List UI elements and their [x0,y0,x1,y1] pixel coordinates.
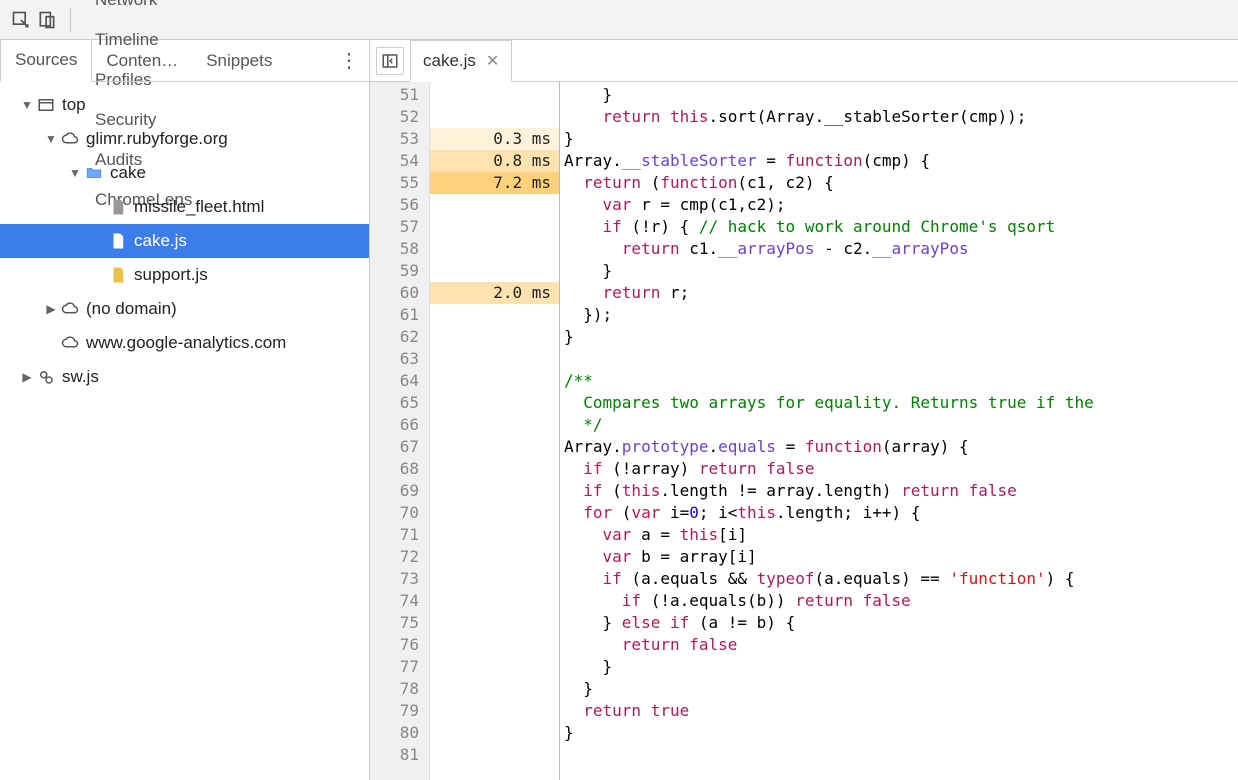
cloud-icon [60,333,80,353]
code-editor[interactable]: 5152535455565758596061626364656667686970… [370,82,1238,780]
file-icon [108,197,128,217]
tree-label: top [62,95,86,115]
navigator-tab[interactable]: Snippets [192,40,286,82]
separator [70,8,71,32]
cloud-icon [60,129,80,149]
gear-icon [36,367,56,387]
top-tab-network[interactable]: Network [81,0,206,20]
more-icon[interactable]: ⋮ [339,48,359,73]
file-icon [108,231,128,251]
code-content[interactable]: } return this.sort(Array.__stableSorter(… [560,82,1238,780]
tree-service-worker[interactable]: ▶ sw.js [0,360,369,394]
folder-icon [84,163,104,183]
editor-tabs: cake.js ✕ [370,40,1238,82]
navigator-tab[interactable]: Sources [0,40,92,82]
line-gutter: 5152535455565758596061626364656667686970… [370,82,430,780]
editor-tab-label: cake.js [423,51,476,71]
tree-top[interactable]: ▼ top [0,88,369,122]
tree-label: (no domain) [86,299,177,319]
close-icon[interactable]: ✕ [486,51,499,71]
navigator-panel: SourcesConten…Snippets ⋮ ▼ top ▼ glimr.r… [0,40,370,780]
tree-domain[interactable]: www.google-analytics.com [0,326,369,360]
file-tree: ▼ top ▼ glimr.rubyforge.org ▼ cake missi… [0,82,369,400]
toggle-navigator-icon[interactable] [376,47,404,75]
tree-label: support.js [134,265,208,285]
tree-domain[interactable]: ▼ glimr.rubyforge.org [0,122,369,156]
tree-folder[interactable]: ▼ cake [0,156,369,190]
tree-label: glimr.rubyforge.org [86,129,228,149]
tree-label: cake [110,163,146,183]
tree-domain[interactable]: ▶ (no domain) [0,292,369,326]
frame-icon [36,95,56,115]
tree-label: sw.js [62,367,99,387]
editor-tab[interactable]: cake.js ✕ [410,40,512,82]
tree-label: www.google-analytics.com [86,333,286,353]
navigator-tabs: SourcesConten…Snippets ⋮ [0,40,369,82]
tree-label: missile_fleet.html [134,197,264,217]
tree-label: cake.js [134,231,187,251]
tree-file-js[interactable]: support.js [0,258,369,292]
tree-file-html[interactable]: missile_fleet.html [0,190,369,224]
tree-file-js-selected[interactable]: cake.js [0,224,369,258]
timing-column: 0.3 ms0.8 ms7.2 ms2.0 ms [430,82,560,780]
navigator-tab[interactable]: Conten… [92,40,192,82]
editor-panel: cake.js ✕ 515253545556575859606162636465… [370,40,1238,780]
device-toggle-icon[interactable] [34,7,60,33]
cloud-icon [60,299,80,319]
devtools-top-tabs: ElementsConsoleSourcesApplicationNetwork… [0,0,1238,40]
file-icon [108,265,128,285]
inspect-icon[interactable] [8,7,34,33]
